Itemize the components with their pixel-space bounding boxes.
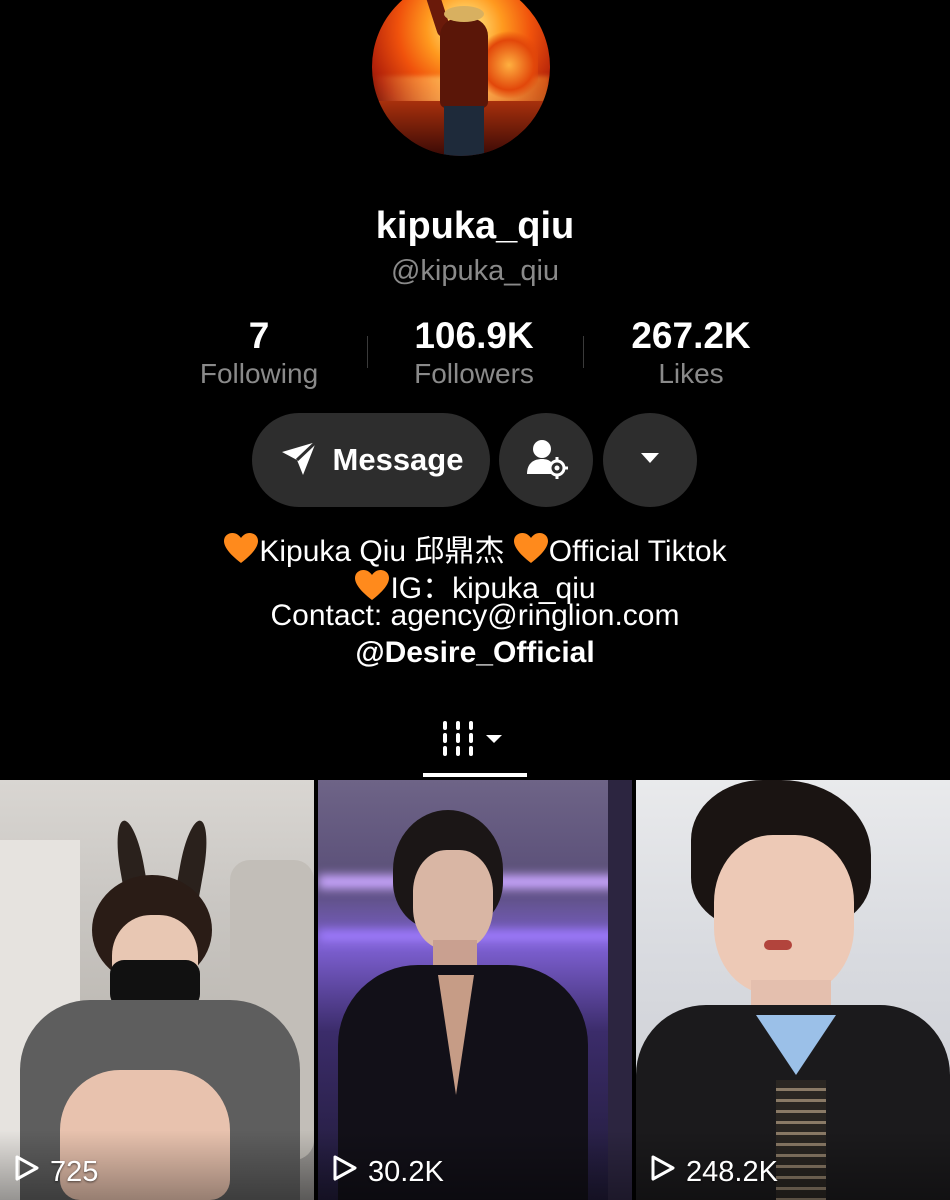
video-views: 30.2K xyxy=(332,1154,444,1190)
video-views-count: 248.2K xyxy=(686,1155,778,1188)
stat-following-label: Following xyxy=(199,358,319,389)
profile-avatar[interactable] xyxy=(372,0,550,156)
send-icon xyxy=(279,438,319,483)
play-icon xyxy=(650,1154,686,1190)
profile-username: kipuka_qiu xyxy=(375,205,575,247)
message-button-label: Message xyxy=(332,442,464,477)
stat-followers-value: 106.9K xyxy=(414,315,534,356)
friend-settings-button[interactable] xyxy=(499,413,593,507)
bio-mention-link[interactable]: @Desire_Official xyxy=(0,636,950,670)
video-thumbnail[interactable]: 30.2K xyxy=(318,780,632,1200)
stat-followers[interactable]: 106.9K Followers xyxy=(374,316,574,392)
grid-icon xyxy=(440,718,510,763)
message-button[interactable]: Message xyxy=(252,413,490,507)
tab-videos[interactable] xyxy=(423,712,527,768)
stat-likes[interactable]: 267.2K Likes xyxy=(591,316,791,392)
bio-contact: Contact: agency@ringlion.com xyxy=(270,599,680,632)
video-thumbnail[interactable]: 248.2K xyxy=(636,780,950,1200)
stat-followers-label: Followers xyxy=(414,358,534,389)
caret-down-icon xyxy=(639,451,661,470)
stat-likes-label: Likes xyxy=(658,358,724,389)
stat-likes-value: 267.2K xyxy=(631,315,751,356)
stat-following[interactable]: 7 Following xyxy=(159,316,359,392)
stat-following-value: 7 xyxy=(248,315,270,356)
video-views-count: 30.2K xyxy=(368,1155,444,1188)
video-thumbnail[interactable]: 725 xyxy=(0,780,314,1200)
more-options-button[interactable] xyxy=(603,413,697,507)
stat-divider xyxy=(583,336,584,368)
profile-handle: @kipuka_qiu xyxy=(390,255,560,287)
user-settings-icon xyxy=(524,436,568,485)
video-views-count: 725 xyxy=(50,1155,99,1188)
play-icon xyxy=(14,1154,50,1190)
video-views: 725 xyxy=(14,1154,98,1190)
tab-active-indicator xyxy=(423,773,527,777)
play-icon xyxy=(332,1154,368,1190)
stat-divider xyxy=(367,336,368,368)
video-views: 248.2K xyxy=(650,1154,778,1190)
